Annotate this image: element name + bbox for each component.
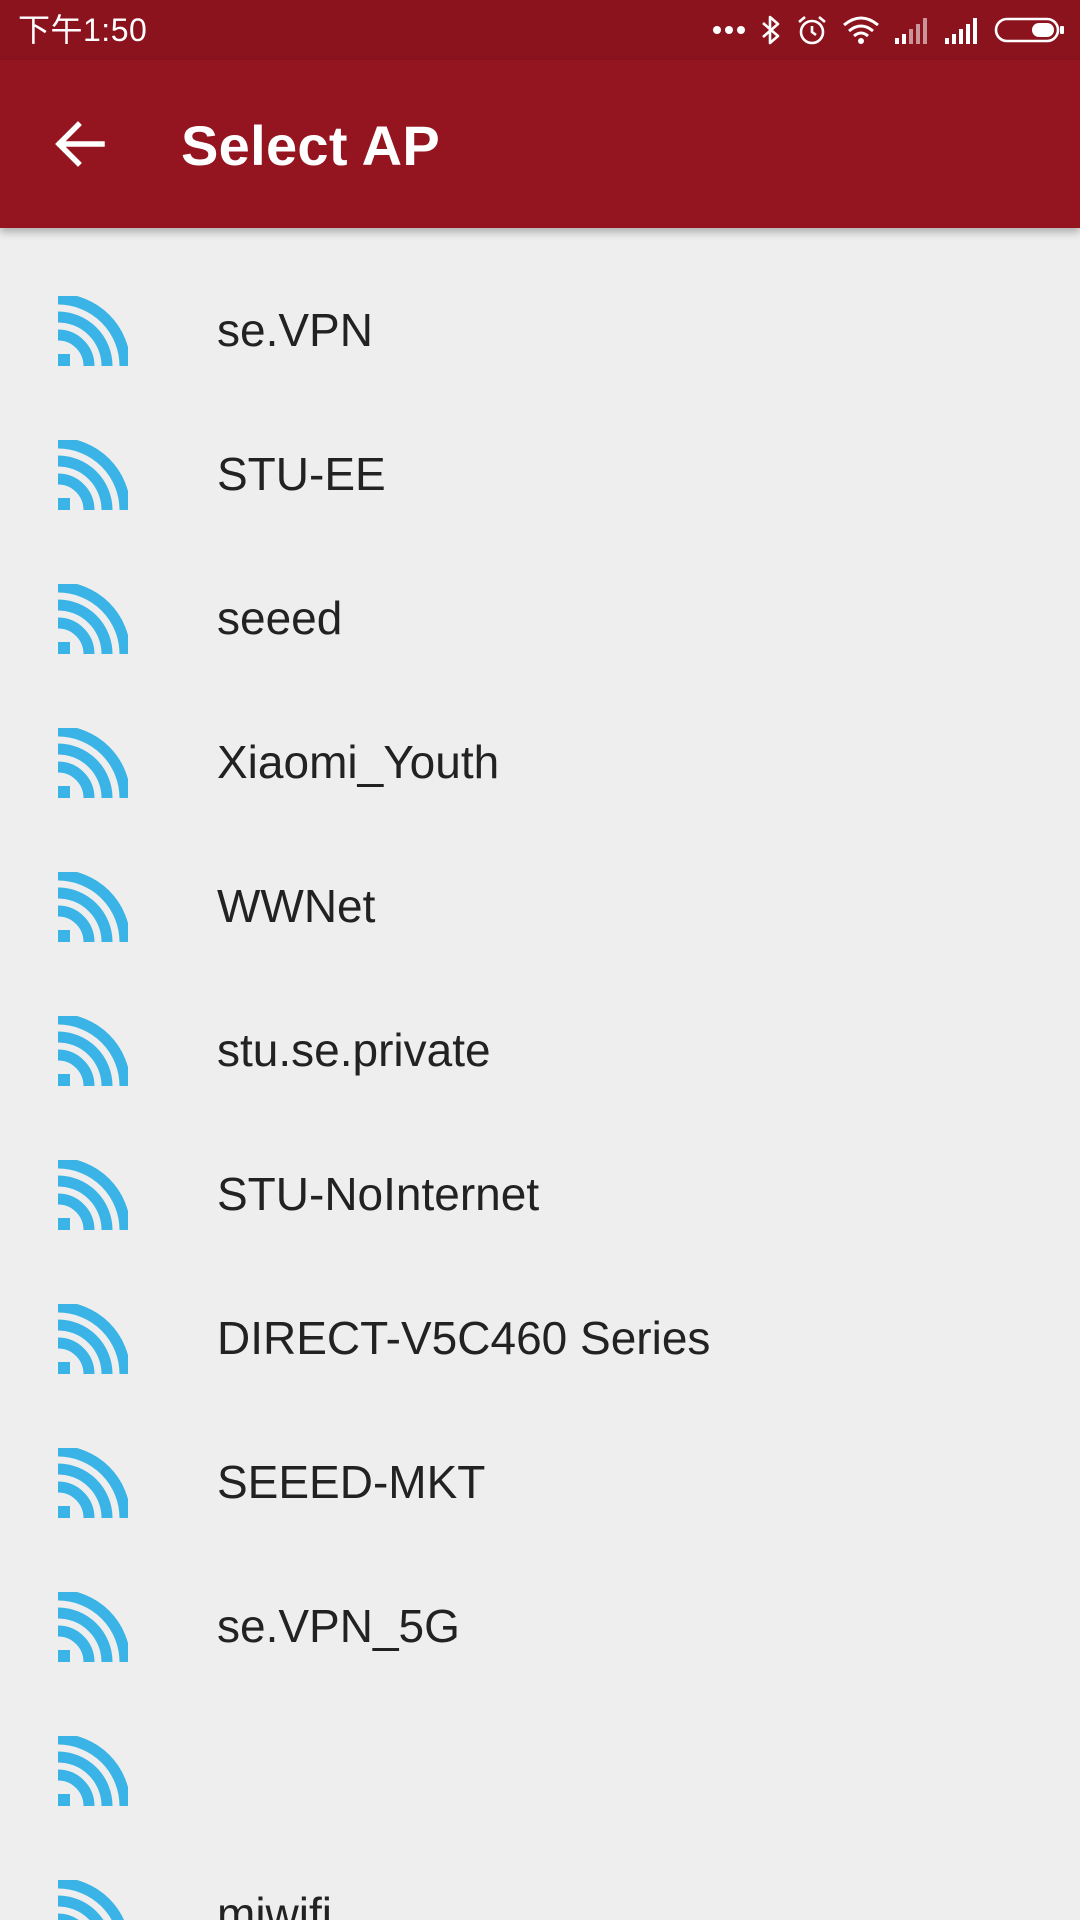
ap-list-item[interactable]: SEEED-MKT (0, 1410, 1080, 1554)
wifi-signal-icon (58, 1016, 128, 1086)
arrow-left-icon (55, 121, 105, 167)
wifi-signal-icon (58, 1448, 128, 1518)
page-title: Select AP (181, 114, 440, 177)
wifi-signal-icon (58, 872, 128, 942)
wifi-signal-icon (58, 1592, 128, 1662)
ap-list-item[interactable]: stu.se.private (0, 978, 1080, 1122)
app-bar: Select AP (0, 60, 1080, 228)
ap-list-item[interactable]: se.VPN (0, 258, 1080, 402)
wifi-signal-icon (58, 584, 128, 654)
ap-list-item[interactable]: STU-NoInternet (0, 1122, 1080, 1266)
alarm-icon (798, 16, 826, 45)
battery-icon (994, 17, 1064, 43)
wifi-signal-icon (58, 296, 128, 366)
signal-icon (945, 18, 977, 44)
wifi-signal-icon (58, 1736, 128, 1806)
status-time: 下午1:50 (18, 12, 148, 48)
more-dots-icon (713, 26, 745, 34)
status-icons (712, 0, 1066, 60)
ap-name: SEEED-MKT (217, 1456, 486, 1508)
signal-icon (895, 18, 927, 44)
ap-name: seeed (217, 592, 343, 644)
ap-list-item[interactable]: STU-EE (0, 402, 1080, 546)
ap-list-item[interactable]: miwifi (0, 1842, 1080, 1920)
wifi-signal-icon (58, 440, 128, 510)
ap-name: DIRECT-V5C460 Series (217, 1312, 711, 1364)
wifi-signal-icon (58, 728, 128, 798)
wifi-signal-icon (58, 1304, 128, 1374)
wifi-status-icon (843, 16, 879, 44)
ap-name: se.VPN_5G (217, 1600, 460, 1652)
ap-name: miwifi (217, 1888, 332, 1920)
ap-name: se.VPN (217, 304, 373, 356)
ap-list-item[interactable]: se.VPN_5G (0, 1554, 1080, 1698)
ap-name: Xiaomi_Youth (217, 736, 500, 788)
bluetooth-icon (762, 15, 780, 45)
ap-name: STU-EE (217, 448, 386, 500)
ap-list: se.VPN STU-EE seeed Xiaomi_Youth WWNet s… (0, 228, 1080, 1920)
ap-name: STU-NoInternet (217, 1168, 540, 1220)
ap-list-item[interactable]: DIRECT-V5C460 Series (0, 1266, 1080, 1410)
ap-name: WWNet (217, 880, 376, 932)
wifi-signal-icon (58, 1160, 128, 1230)
status-bar: 下午1:50 (0, 0, 1080, 60)
back-button[interactable] (40, 104, 120, 184)
ap-list-item[interactable]: WWNet (0, 834, 1080, 978)
ap-name: stu.se.private (217, 1024, 491, 1076)
wifi-signal-icon (58, 1880, 124, 1920)
ap-list-item[interactable] (0, 1698, 1080, 1842)
ap-list-item[interactable]: Xiaomi_Youth (0, 690, 1080, 834)
ap-list-item[interactable]: seeed (0, 546, 1080, 690)
